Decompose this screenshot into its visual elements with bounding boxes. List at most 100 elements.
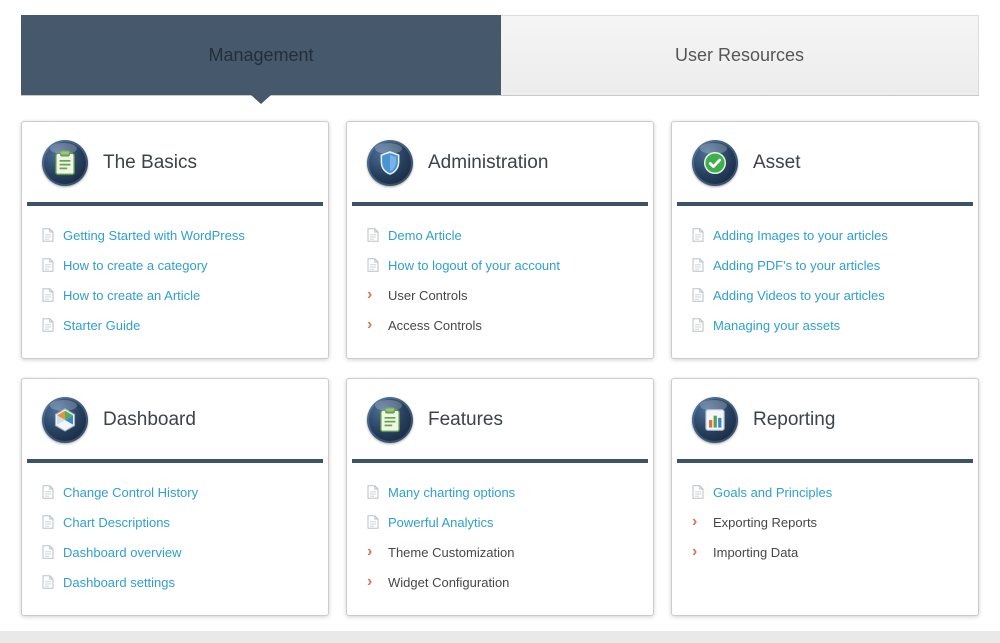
- card-asset: Asset Adding Images to your articles Add…: [671, 121, 979, 359]
- document-icon: [692, 288, 704, 302]
- list-item[interactable]: Adding Videos to your articles: [692, 280, 958, 310]
- page-footer-strip: [0, 631, 1000, 643]
- article-link[interactable]: Adding Images to your articles: [713, 228, 888, 243]
- chevron-right-icon: ›: [692, 514, 704, 530]
- list-item[interactable]: Managing your assets: [692, 310, 958, 340]
- chevron-right-icon: ›: [367, 287, 379, 303]
- check-badge-icon: [692, 140, 738, 186]
- list-item[interactable]: Many charting options: [367, 477, 633, 507]
- card-header[interactable]: Administration: [347, 122, 653, 202]
- card-title[interactable]: Dashboard: [103, 409, 196, 431]
- article-link[interactable]: Powerful Analytics: [388, 515, 494, 530]
- bar-chart-icon: [692, 397, 738, 443]
- document-icon: [42, 258, 54, 272]
- card-reporting: Reporting Goals and Principles › Exporti…: [671, 378, 979, 616]
- list-item[interactable]: Starter Guide: [42, 310, 308, 340]
- list-item[interactable]: How to logout of your account: [367, 250, 633, 280]
- card-title[interactable]: Reporting: [753, 409, 835, 431]
- article-list: Many charting options Powerful Analytics…: [347, 463, 653, 615]
- article-link[interactable]: Demo Article: [388, 228, 462, 243]
- document-icon: [42, 228, 54, 242]
- card-administration: Administration Demo Article How to logou…: [346, 121, 654, 359]
- list-item[interactable]: Adding PDF's to your articles: [692, 250, 958, 280]
- document-icon: [367, 228, 379, 242]
- list-item[interactable]: How to create a category: [42, 250, 308, 280]
- document-icon: [692, 485, 704, 499]
- knowledge-base-page: Management User Resources The Basics: [0, 0, 1000, 643]
- subcategory-label[interactable]: Importing Data: [713, 545, 798, 560]
- subcategory-label[interactable]: Access Controls: [388, 318, 482, 333]
- document-icon: [42, 515, 54, 529]
- document-icon: [42, 545, 54, 559]
- article-link[interactable]: How to create an Article: [63, 288, 200, 303]
- dashboard-hexagon-icon: [42, 397, 88, 443]
- list-item[interactable]: › Access Controls: [367, 310, 633, 340]
- document-icon: [42, 318, 54, 332]
- subcategory-label[interactable]: Exporting Reports: [713, 515, 817, 530]
- list-item[interactable]: How to create an Article: [42, 280, 308, 310]
- document-icon: [367, 485, 379, 499]
- list-item[interactable]: Goals and Principles: [692, 477, 958, 507]
- card-header[interactable]: Dashboard: [22, 379, 328, 459]
- document-icon: [367, 258, 379, 272]
- article-link[interactable]: Change Control History: [63, 485, 198, 500]
- article-link[interactable]: Adding Videos to your articles: [713, 288, 885, 303]
- subcategory-label[interactable]: Theme Customization: [388, 545, 514, 560]
- document-icon: [692, 228, 704, 242]
- list-item[interactable]: › Theme Customization: [367, 537, 633, 567]
- card-header[interactable]: Features: [347, 379, 653, 459]
- list-item[interactable]: › Widget Configuration: [367, 567, 633, 597]
- document-icon: [692, 258, 704, 272]
- article-link[interactable]: Goals and Principles: [713, 485, 832, 500]
- document-icon: [367, 515, 379, 529]
- chevron-right-icon: ›: [367, 544, 379, 560]
- article-link[interactable]: How to create a category: [63, 258, 208, 273]
- tab-bar: Management User Resources: [21, 15, 979, 96]
- checklist-icon: [367, 397, 413, 443]
- article-link[interactable]: Adding PDF's to your articles: [713, 258, 880, 273]
- article-list: Adding Images to your articles Adding PD…: [672, 206, 978, 358]
- card-header[interactable]: Reporting: [672, 379, 978, 459]
- category-cards-grid: The Basics Getting Started with WordPres…: [21, 121, 979, 616]
- article-link[interactable]: How to logout of your account: [388, 258, 560, 273]
- subcategory-label[interactable]: Widget Configuration: [388, 575, 509, 590]
- chevron-right-icon: ›: [692, 544, 704, 560]
- article-link[interactable]: Starter Guide: [63, 318, 140, 333]
- list-item[interactable]: Dashboard settings: [42, 567, 308, 597]
- article-link[interactable]: Getting Started with WordPress: [63, 228, 245, 243]
- document-icon: [42, 575, 54, 589]
- shield-icon: [367, 140, 413, 186]
- article-list: Goals and Principles › Exporting Reports…: [672, 463, 978, 585]
- document-icon: [42, 485, 54, 499]
- tab-user-resources[interactable]: User Resources: [501, 15, 979, 95]
- list-item[interactable]: Powerful Analytics: [367, 507, 633, 537]
- card-title[interactable]: Administration: [428, 152, 548, 174]
- list-item[interactable]: › User Controls: [367, 280, 633, 310]
- card-title[interactable]: Features: [428, 409, 503, 431]
- list-item[interactable]: › Exporting Reports: [692, 507, 958, 537]
- article-link[interactable]: Dashboard settings: [63, 575, 175, 590]
- card-features: Features Many charting options Powerful …: [346, 378, 654, 616]
- list-item[interactable]: Demo Article: [367, 220, 633, 250]
- article-link[interactable]: Many charting options: [388, 485, 515, 500]
- card-header[interactable]: Asset: [672, 122, 978, 202]
- list-item[interactable]: › Importing Data: [692, 537, 958, 567]
- article-link[interactable]: Chart Descriptions: [63, 515, 170, 530]
- document-icon: [692, 318, 704, 332]
- list-item[interactable]: Chart Descriptions: [42, 507, 308, 537]
- article-link[interactable]: Managing your assets: [713, 318, 840, 333]
- tab-management-label: Management: [208, 45, 313, 66]
- article-link[interactable]: Dashboard overview: [63, 545, 182, 560]
- list-item[interactable]: Dashboard overview: [42, 537, 308, 567]
- card-header[interactable]: The Basics: [22, 122, 328, 202]
- card-dashboard: Dashboard Change Control History Chart D…: [21, 378, 329, 616]
- chevron-right-icon: ›: [367, 574, 379, 590]
- card-title[interactable]: The Basics: [103, 152, 197, 174]
- list-item[interactable]: Adding Images to your articles: [692, 220, 958, 250]
- subcategory-label[interactable]: User Controls: [388, 288, 467, 303]
- clipboard-icon: [42, 140, 88, 186]
- list-item[interactable]: Change Control History: [42, 477, 308, 507]
- list-item[interactable]: Getting Started with WordPress: [42, 220, 308, 250]
- tab-management[interactable]: Management: [21, 15, 501, 95]
- card-title[interactable]: Asset: [753, 152, 801, 174]
